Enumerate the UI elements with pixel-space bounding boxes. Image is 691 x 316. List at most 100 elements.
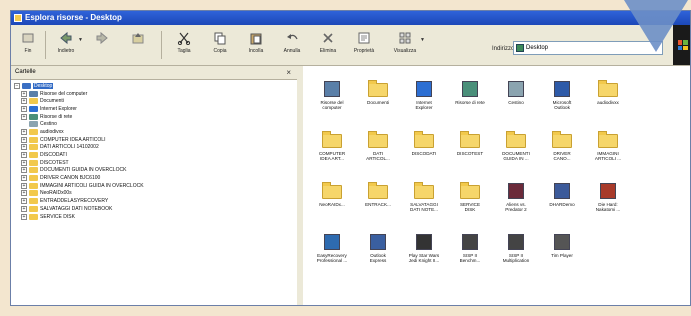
fin-button[interactable]: Fin bbox=[13, 31, 43, 54]
paste-button[interactable]: Incolla bbox=[241, 31, 271, 54]
tree-item[interactable]: + NeoRAIDx00s bbox=[11, 190, 297, 198]
desktop-item[interactable]: NeoRAIDx... bbox=[309, 182, 355, 207]
desktop-item-label: COMPUTER IDEA ART... bbox=[318, 151, 346, 162]
desktop-item-label: ENTRACK... bbox=[365, 202, 391, 207]
expand-toggle-icon[interactable]: + bbox=[21, 136, 27, 143]
desktop-item-label: DRIVER CANO... bbox=[553, 151, 571, 162]
folder-tree: − Desktop + Risorse del computer + Documenti +… bbox=[11, 80, 297, 220]
views-button[interactable]: Visualizza ▼ bbox=[387, 31, 425, 54]
desktop-item[interactable]: DOCUMENTI GUIDA IN ... bbox=[493, 131, 539, 161]
desktop-item[interactable]: Risorse di rete bbox=[447, 80, 493, 105]
expand-toggle-icon[interactable]: − bbox=[14, 82, 20, 89]
tree-item[interactable]: + SERVICE DISK bbox=[11, 213, 297, 221]
desktop-item[interactable]: Documenti bbox=[355, 80, 401, 105]
title-bar[interactable]: Esplora risorse - Desktop bbox=[11, 11, 690, 25]
desktop-item[interactable]: DATI ARTICOL... bbox=[355, 131, 401, 161]
expand-toggle-icon[interactable]: + bbox=[21, 159, 27, 166]
tree-item[interactable]: + Risorse del computer bbox=[11, 90, 297, 98]
tree-item[interactable]: + IMMAGINI ARTICOLI GUIDA IN OVERCLOCK bbox=[11, 182, 297, 190]
properties-button[interactable]: Proprietà bbox=[349, 31, 379, 54]
tree-item[interactable]: Cestino bbox=[11, 120, 297, 128]
desktop-item[interactable]: Tim Player bbox=[539, 233, 585, 258]
expand-toggle-icon[interactable]: + bbox=[21, 105, 27, 112]
back-button[interactable]: Indietro ▼ bbox=[51, 31, 83, 54]
expand-toggle-icon[interactable]: + bbox=[21, 128, 27, 135]
desktop-item[interactable]: Risorse del computer bbox=[309, 80, 355, 110]
expand-toggle-icon[interactable]: + bbox=[21, 190, 27, 197]
desktop-item[interactable]: Cestino bbox=[493, 80, 539, 105]
outlook-express-icon bbox=[368, 233, 388, 251]
tree-item[interactable]: + DOCUMENTI GUIDA IN OVERCLOCK bbox=[11, 167, 297, 175]
tree-item[interactable]: + ENTRADDELASYRECOVERY bbox=[11, 197, 297, 205]
desktop-item[interactable]: IMMAGINI ARTICOLI ... bbox=[585, 131, 631, 161]
folder-icon bbox=[29, 159, 38, 166]
desktop-item[interactable]: DISCOTEST bbox=[447, 131, 493, 156]
desktop-item[interactable]: Microsoft Outlook bbox=[539, 80, 585, 110]
desktop-item[interactable]: SISP II Benchm... bbox=[447, 233, 493, 263]
chevron-down-icon[interactable]: ▼ bbox=[420, 37, 425, 43]
desktop-item[interactable]: DRIVER CANO... bbox=[539, 131, 585, 161]
expand-toggle-icon[interactable]: + bbox=[21, 144, 27, 151]
tree-item[interactable]: + audiodivxx bbox=[11, 128, 297, 136]
expand-toggle-icon[interactable]: + bbox=[21, 213, 27, 220]
desktop-item-label: audiodivxx bbox=[597, 100, 619, 105]
properties-icon bbox=[358, 32, 370, 44]
desktop-item[interactable]: audiodivxx bbox=[585, 80, 631, 105]
folder-icon bbox=[29, 213, 38, 220]
close-icon[interactable]: × bbox=[286, 66, 291, 79]
expand-toggle-icon[interactable]: + bbox=[21, 205, 27, 212]
folder-icon bbox=[414, 182, 434, 200]
chevron-down-icon[interactable]: ▼ bbox=[78, 37, 83, 43]
tree-item-label: Desktop bbox=[33, 82, 54, 89]
desktop-item[interactable]: SISP II Multiplication bbox=[493, 233, 539, 263]
expand-toggle-icon[interactable]: + bbox=[21, 98, 27, 105]
back-arrow-icon bbox=[60, 31, 72, 45]
desktop-item[interactable]: EasyRecovery Professional ... bbox=[309, 233, 355, 263]
tree-item[interactable]: + DISCODATI bbox=[11, 151, 297, 159]
folder-icon bbox=[29, 152, 38, 159]
desktop-item-label: DISCODATI bbox=[411, 151, 437, 156]
desktop-item[interactable]: Internet Explorer bbox=[401, 80, 447, 110]
desktop-item[interactable]: ENTRACK... bbox=[355, 182, 401, 207]
desktop-item[interactable]: Outlook Express bbox=[355, 233, 401, 263]
computer-icon bbox=[322, 80, 342, 98]
tree-item[interactable]: + Documenti bbox=[11, 97, 297, 105]
tree-item[interactable]: + COMPUTER IDEA ARTICOLI bbox=[11, 136, 297, 144]
desktop-item[interactable]: Die Hard: Nakatomi ... bbox=[585, 182, 631, 212]
desktop-item[interactable]: COMPUTER IDEA ART... bbox=[309, 131, 355, 161]
desktop-item[interactable]: SALVATAGGI DATI NOTE... bbox=[401, 182, 447, 212]
desktop-item[interactable]: DHARDemo bbox=[539, 182, 585, 207]
copy-button[interactable]: Copia bbox=[205, 31, 235, 54]
menu-icon bbox=[22, 33, 34, 43]
tree-item-label: DISCODATI bbox=[40, 152, 67, 159]
expand-toggle-icon[interactable]: + bbox=[21, 175, 27, 182]
expand-toggle-icon[interactable]: + bbox=[21, 198, 27, 205]
desktop-item[interactable]: SERVICE DISK bbox=[447, 182, 493, 212]
desktop-item[interactable]: DISCODATI bbox=[401, 131, 447, 156]
desktop-item-label: Internet Explorer bbox=[415, 100, 433, 111]
expand-toggle-icon[interactable]: + bbox=[21, 167, 27, 174]
desktop-item-label: DISCOTEST bbox=[456, 151, 484, 156]
expand-toggle-icon[interactable]: + bbox=[21, 152, 27, 159]
desktop-item[interactable]: Play Star Wars Jedi Knight II... bbox=[401, 233, 447, 263]
folder-icon bbox=[506, 131, 526, 149]
tree-item[interactable]: + DISCOTEST bbox=[11, 159, 297, 167]
expand-toggle-icon[interactable]: + bbox=[21, 182, 27, 189]
tree-item[interactable]: + SALVATAGGI DATI NOTEBOOK bbox=[11, 205, 297, 213]
desktop-item[interactable]: Aliens vs. Predator 2 bbox=[493, 182, 539, 212]
tree-item[interactable]: + DRIVER CANON BJC6100 bbox=[11, 174, 297, 182]
undo-button[interactable]: Annulla bbox=[277, 31, 307, 54]
tree-item-label: DRIVER CANON BJC6100 bbox=[40, 175, 101, 182]
desktop-item-label: Tim Player bbox=[551, 253, 573, 258]
expand-toggle-icon[interactable]: + bbox=[21, 113, 27, 120]
forward-button[interactable] bbox=[87, 31, 117, 48]
tree-item[interactable]: − Desktop bbox=[11, 82, 297, 90]
expand-toggle-icon[interactable]: + bbox=[21, 90, 27, 97]
tree-item[interactable]: + Risorse di rete bbox=[11, 113, 297, 121]
copy-icon bbox=[214, 32, 226, 45]
tree-item[interactable]: + DATI ARTICOLI 14102002 bbox=[11, 144, 297, 152]
up-button[interactable] bbox=[123, 31, 153, 48]
delete-button[interactable]: Elimina bbox=[313, 31, 343, 54]
cut-button[interactable]: Taglia bbox=[169, 31, 199, 54]
tree-item[interactable]: + Internet Explorer bbox=[11, 105, 297, 113]
